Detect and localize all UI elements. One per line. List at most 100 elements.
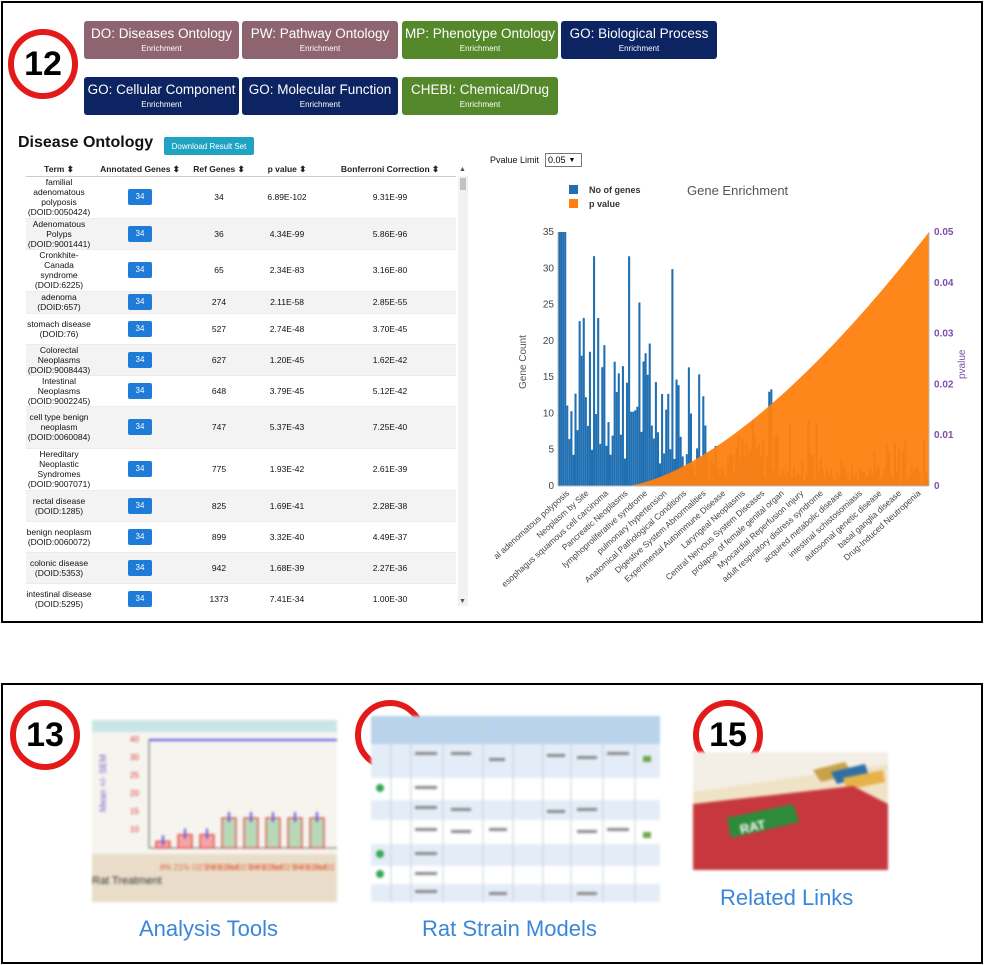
chart-title: Gene Enrichment [687, 183, 789, 198]
x-tick-label: al adenomatous polyposis [491, 488, 571, 561]
annotated-genes-button[interactable]: 34 [128, 497, 152, 514]
y2-tick-label: 0.01 [934, 430, 954, 441]
column-header-term[interactable]: Term ⬍ [26, 163, 92, 177]
column-header-annotated-genes[interactable]: Annotated Genes ⬍ [92, 163, 188, 177]
gene-count-bar [586, 425, 589, 486]
gene-count-bar [574, 393, 577, 486]
y2-tick-label: 0.02 [934, 379, 954, 390]
gene-count-bar [661, 394, 664, 486]
table-scrollbar[interactable] [458, 176, 468, 606]
annotated-genes-button[interactable]: 34 [128, 528, 152, 545]
download-result-button[interactable]: Download Result Set [164, 137, 254, 155]
term-cell: Cronkhite-Canada syndrome (DOID:6225) [26, 248, 92, 291]
related-links-link[interactable]: Related Links [720, 885, 853, 911]
ref-genes-cell: 527 [188, 312, 250, 344]
step-badge-12: 12 [8, 29, 78, 99]
y-tick-label: 25 [543, 300, 555, 311]
gene-count-bar [607, 422, 610, 486]
gene-count-bar [588, 351, 591, 486]
term-cell: Colorectal Neoplasms (DOID:9008443) [26, 343, 92, 375]
gene-count-bar [580, 355, 583, 486]
thumb-bar [221, 817, 237, 849]
annotated-genes-button[interactable]: 34 [128, 294, 152, 310]
annotated-genes-button[interactable]: 34 [128, 461, 152, 477]
go-bp-enrichment-button[interactable]: GO: Biological Process Enrichment [561, 21, 717, 59]
chebi-enrichment-button[interactable]: CHEBI: Chemical/Drug Enrichment [402, 77, 558, 115]
table-row: intestinal disease (DOID:5295) 34 1373 7… [26, 582, 456, 614]
gene-count-bar [632, 411, 635, 486]
table-row: Colorectal Neoplasms (DOID:9008443) 34 6… [26, 343, 456, 375]
gene-count-bar [650, 425, 653, 486]
bonferroni-cell: 4.49E-37 [324, 520, 456, 552]
annotated-genes-button[interactable]: 34 [128, 351, 152, 368]
annotated-genes-button[interactable]: 34 [128, 189, 152, 205]
y-axis-title: Gene Count [518, 335, 529, 389]
scroll-down-icon[interactable]: ▼ [459, 598, 466, 605]
button-sublabel: Enrichment [459, 99, 501, 109]
button-sublabel: Enrichment [299, 99, 341, 109]
y-tick-label: 15 [543, 372, 555, 383]
annotated-genes-button[interactable]: 34 [128, 382, 152, 399]
gene-enrichment-chart: 0 5 10 15 20 25 30 35 0 0.01 0.02 0.03 0.04 0.05 Gene … [491, 183, 968, 589]
table-row: cell type benign neoplasm (DOID:0060084)… [26, 405, 456, 448]
analysis-tools-tile[interactable]: Mean +/- SEM 40 30 25 20 15 10 Rat Treatment … [92, 720, 372, 902]
annotated-genes-button[interactable]: 34 [128, 225, 152, 242]
annotated-genes-button[interactable]: 34 [128, 262, 152, 278]
button-label: CHEBI: Chemical/Drug [410, 82, 550, 98]
pw-enrichment-button[interactable]: PW: Pathway Ontology Enrichment [242, 21, 398, 59]
button-label: MP: Phenotype Ontology [404, 26, 556, 42]
annotated-genes-button[interactable]: 34 [128, 320, 152, 337]
step-badge-13: 13 [10, 700, 80, 770]
thumb-bar [243, 817, 259, 849]
y-tick-label: 20 [543, 336, 555, 347]
bonferroni-cell: 5.12E-42 [324, 374, 456, 406]
scrollbar-thumb[interactable] [460, 178, 466, 190]
thumb-bar [265, 817, 281, 849]
gene-count-bar [576, 430, 579, 486]
go-cc-enrichment-button[interactable]: GO: Cellular Component Enrichment [84, 77, 239, 115]
gene-count-bar [590, 449, 594, 486]
column-header-p-value[interactable]: p value ⬍ [250, 163, 324, 177]
analysis-tools-thumbnail: Mean +/- SEM 403025201510 Rat Treatment … [92, 720, 372, 902]
button-label: GO: Biological Process [569, 26, 709, 42]
column-header-bonferroni[interactable]: Bonferroni Correction ⬍ [324, 163, 456, 177]
annotated-genes-button[interactable]: 34 [128, 559, 152, 576]
table-row: adenoma (DOID:657) 34 274 2.11E-58 2.85E… [26, 290, 456, 313]
table-row: Intestinal Neoplasms (DOID:9002245) 34 6… [26, 374, 456, 406]
rat-strain-models-tile[interactable] [371, 716, 660, 902]
related-links-tile[interactable]: RAT [693, 752, 888, 870]
bonferroni-cell: 2.61E-39 [324, 447, 456, 490]
gene-count-bar [646, 374, 649, 486]
gene-count-bar [648, 343, 651, 486]
gene-count-bar [613, 361, 616, 486]
go-mf-enrichment-button[interactable]: GO: Molecular Function Enrichment [242, 77, 398, 115]
gene-count-bar [609, 454, 612, 486]
analysis-tools-link[interactable]: Analysis Tools [139, 916, 278, 942]
term-cell: stomach disease (DOID:76) [26, 312, 92, 344]
pvalue-limit-select[interactable]: 0.05 ▼ [545, 153, 582, 167]
gene-count-bar [615, 392, 618, 486]
bonferroni-cell: 2.85E-55 [324, 290, 456, 313]
mp-enrichment-button[interactable]: MP: Phenotype Ontology Enrichment [402, 21, 558, 59]
gene-count-bar [642, 361, 645, 486]
annotated-genes-button[interactable]: 34 [128, 419, 152, 435]
term-cell: Adenomatous Polyps (DOID:9001441) [26, 217, 92, 249]
term-cell: intestinal disease (DOID:5295) [26, 582, 92, 614]
thumb-y-tick: 30 [130, 753, 139, 762]
thumb-ylabel: Mean +/- SEM [98, 754, 108, 812]
annotated-genes-button[interactable]: 34 [128, 590, 152, 607]
bonferroni-cell: 2.27E-36 [324, 551, 456, 583]
ref-genes-cell: 747 [188, 405, 250, 448]
column-header-ref-genes[interactable]: Ref Genes ⬍ [188, 163, 250, 177]
p-value-cell: 2.11E-58 [250, 290, 324, 313]
legend-label-pvalue: p value [589, 199, 620, 209]
bonferroni-cell: 3.16E-80 [324, 248, 456, 291]
gene-count-bar [652, 438, 655, 486]
gene-count-bar [630, 411, 633, 486]
rat-strain-models-link[interactable]: Rat Strain Models [422, 916, 597, 942]
pvalue-limit-label: Pvalue Limit [490, 155, 540, 165]
term-cell: benign neoplasm (DOID:0060072) [26, 520, 92, 552]
scroll-up-icon[interactable]: ▲ [459, 166, 466, 173]
do-enrichment-button[interactable]: DO: Diseases Ontology Enrichment [84, 21, 239, 59]
p-value-cell: 1.20E-45 [250, 343, 324, 375]
